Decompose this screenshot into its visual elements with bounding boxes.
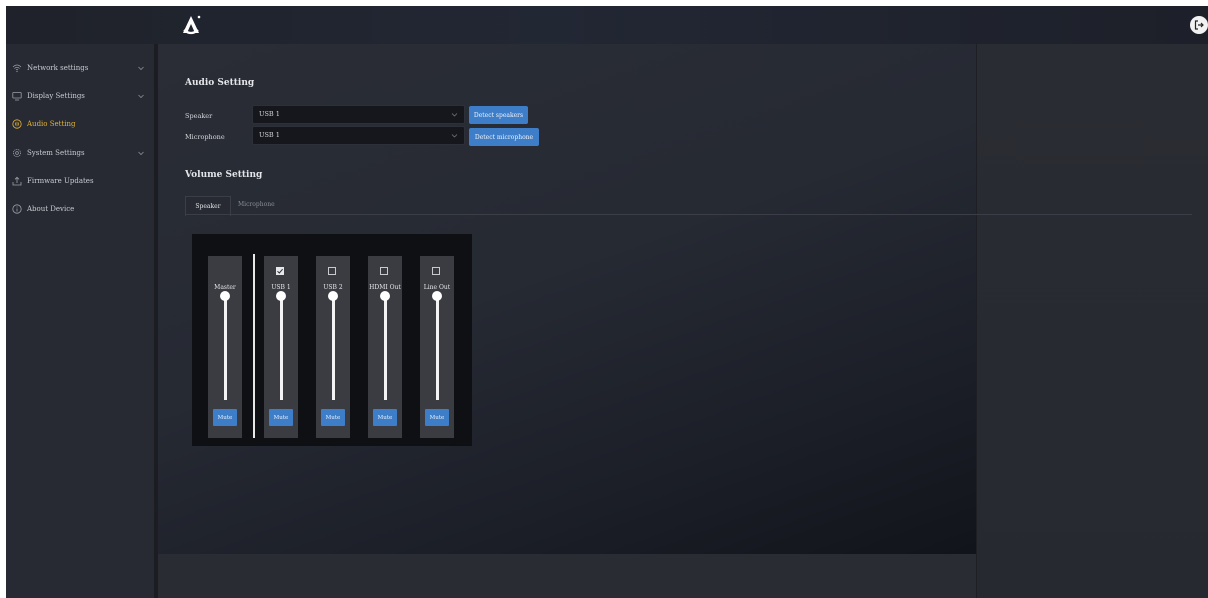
channel-name: USB 2 [323, 284, 343, 291]
mute-button[interactable]: Mute [269, 409, 293, 426]
sidebar-item-label: System Settings [27, 149, 85, 157]
mute-button[interactable]: Mute [373, 409, 397, 426]
sidebar-item-network-settings[interactable]: Network settings [6, 54, 154, 82]
brand-logo-icon [178, 12, 204, 38]
channel-strip-line-out: Line Out Mute [420, 256, 454, 438]
channel-checkbox[interactable] [432, 267, 440, 275]
volume-slider-handle[interactable] [432, 291, 442, 301]
upload-icon [12, 176, 22, 186]
detect-microphone-button[interactable]: Detect microphone [469, 128, 539, 146]
sidebar: Network settings Display Settings Audio … [6, 44, 154, 598]
logout-icon[interactable] [1190, 16, 1208, 34]
info-icon [12, 204, 22, 214]
microphone-select[interactable]: USB 1 [252, 126, 465, 145]
master-separator [253, 254, 255, 438]
audio-icon [12, 119, 22, 129]
chevron-down-icon [451, 111, 458, 118]
top-bar [6, 6, 1208, 44]
audio-setting-title: Audio Setting [185, 78, 255, 88]
volume-slider-track[interactable] [224, 296, 227, 400]
channel-name: Master [214, 284, 236, 291]
channel-strip-usb-1: USB 1 Mute [264, 256, 298, 438]
sidebar-item-system-settings[interactable]: System Settings [6, 139, 154, 167]
monitor-icon [12, 91, 22, 101]
chevron-down-icon [137, 149, 145, 157]
wifi-icon [12, 63, 22, 73]
tab-speaker[interactable]: Speaker [185, 196, 231, 216]
sidebar-item-about-device[interactable]: About Device [6, 195, 154, 223]
volume-slider-track[interactable] [384, 296, 387, 400]
right-empty-area [976, 44, 1208, 598]
tab-microphone[interactable]: Microphone [238, 201, 275, 208]
chevron-down-icon [137, 64, 145, 72]
gear-icon [12, 148, 22, 158]
detect-speakers-button[interactable]: Detect speakers [469, 106, 528, 124]
volume-slider-handle[interactable] [328, 291, 338, 301]
sidebar-item-firmware-updates[interactable]: Firmware Updates [6, 167, 154, 195]
microphone-label: Microphone [185, 133, 225, 141]
sidebar-item-label: Firmware Updates [27, 177, 94, 185]
channel-strip-usb-2: USB 2 Mute [316, 256, 350, 438]
speaker-select[interactable]: USB 1 [252, 105, 465, 124]
channel-checkbox[interactable] [380, 267, 388, 275]
mute-button[interactable]: Mute [321, 409, 345, 426]
channel-strip-master: Master Mute [208, 256, 242, 438]
sidebar-item-label: Network settings [27, 64, 89, 72]
chevron-down-icon [137, 92, 145, 100]
channel-checkbox[interactable] [276, 267, 284, 275]
microphone-select-value: USB 1 [259, 131, 280, 139]
main-footer [158, 554, 976, 598]
volume-slider-handle[interactable] [380, 291, 390, 301]
sidebar-item-label: Display Settings [27, 92, 85, 100]
speaker-select-value: USB 1 [259, 110, 280, 118]
channel-name: HDMI Out [369, 284, 401, 291]
app-frame: Network settings Display Settings Audio … [6, 6, 1208, 598]
tabs-divider [185, 214, 1192, 215]
chevron-down-icon [451, 132, 458, 139]
channel-name: USB 1 [271, 284, 291, 291]
channel-strip-hdmi-out: HDMI Out Mute [368, 256, 402, 438]
content-divider [976, 44, 977, 598]
sidebar-item-display-settings[interactable]: Display Settings [6, 82, 154, 110]
speaker-label: Speaker [185, 112, 213, 120]
volume-slider-handle[interactable] [220, 291, 230, 301]
sidebar-item-label: About Device [27, 205, 75, 213]
sidebar-item-audio-setting[interactable]: Audio Setting [6, 110, 154, 138]
sidebar-item-label: Audio Setting [27, 120, 76, 128]
volume-slider-handle[interactable] [276, 291, 286, 301]
volume-slider-track[interactable] [280, 296, 283, 400]
volume-slider-track[interactable] [436, 296, 439, 400]
volume-mixer: Master Mute USB 1 Mute USB 2 Mute HDMI O… [192, 234, 472, 446]
channel-name: Line Out [423, 284, 451, 291]
mute-button[interactable]: Mute [425, 409, 449, 426]
mute-button[interactable]: Mute [213, 409, 237, 426]
volume-setting-title: Volume Setting [185, 170, 263, 180]
volume-slider-track[interactable] [332, 296, 335, 400]
channel-checkbox[interactable] [328, 267, 336, 275]
